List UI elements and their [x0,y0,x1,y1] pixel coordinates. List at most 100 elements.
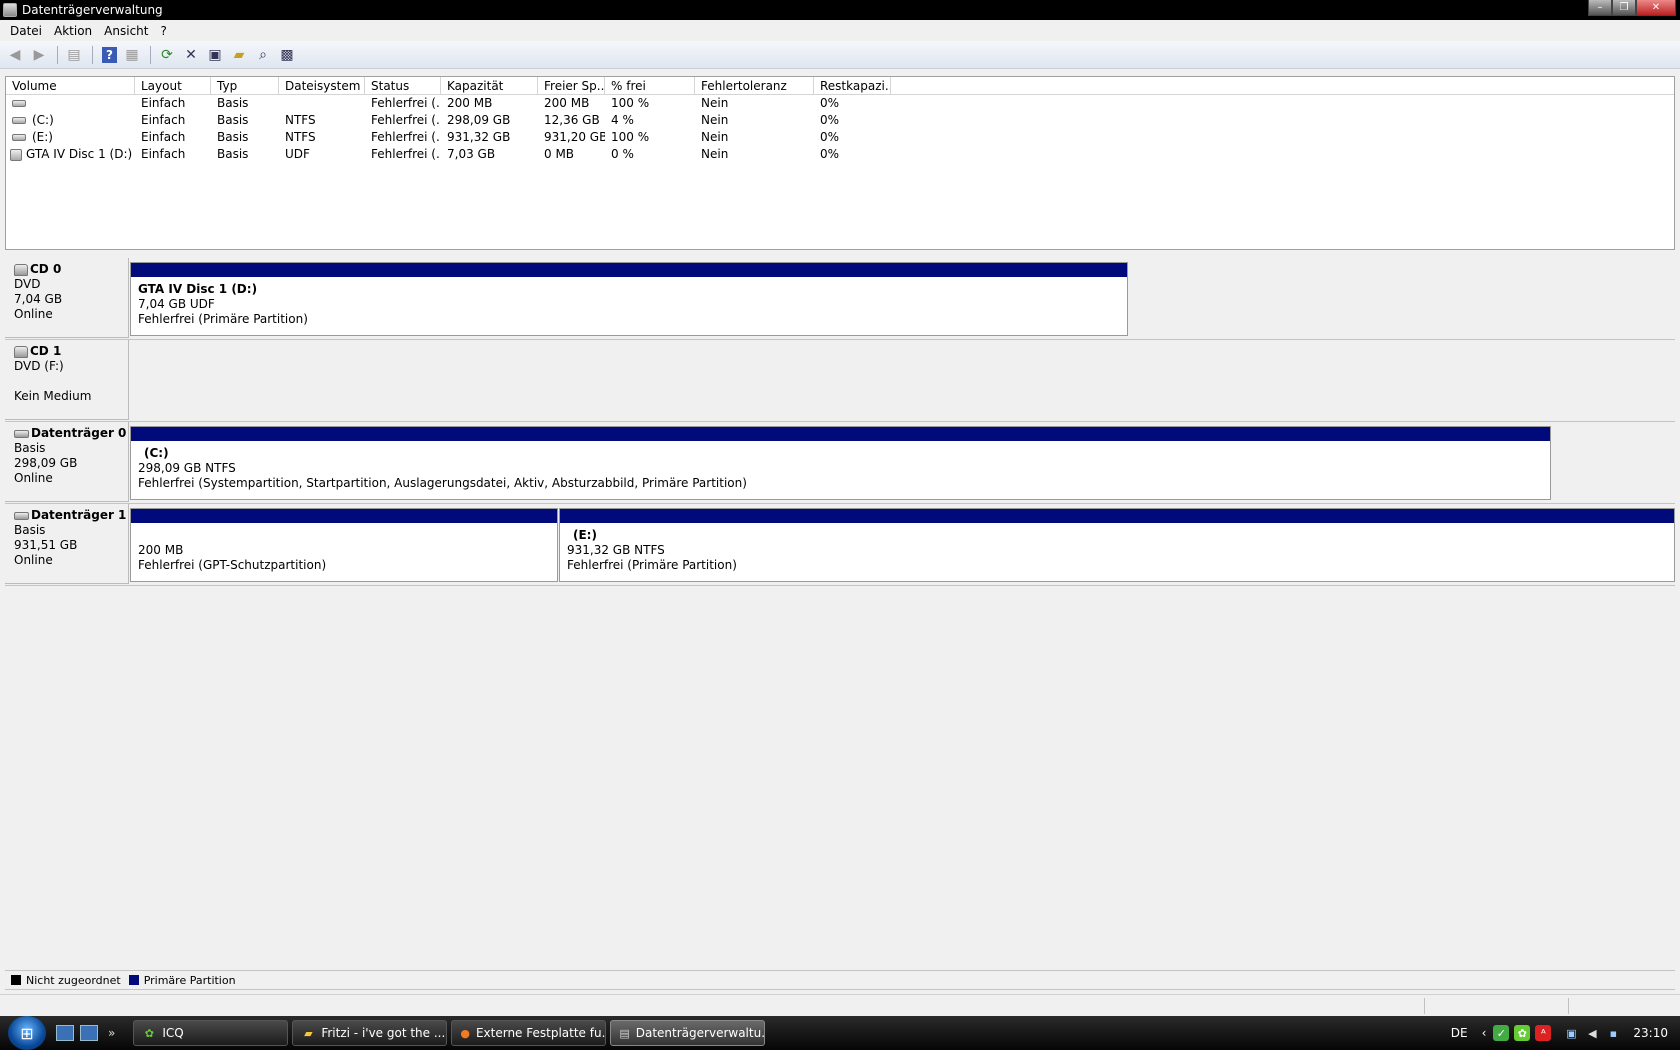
cell-restkapazitaet: 0% [820,147,840,161]
table-row[interactable]: GTA IV Disc 1 (D:) Einfach Basis UDF Feh… [6,146,1674,163]
task-disk-management[interactable]: ▤ Datenträgerverwaltu... [610,1020,766,1046]
cell-prozent-frei: 100 % [611,130,650,144]
antivirus-icon[interactable]: ᴬ [1535,1025,1552,1041]
settings-icon[interactable]: ▩ [276,44,298,66]
cell-status: Fehlerfrei (... [371,113,441,127]
task-fritzi[interactable]: ▰ Fritzi - i've got the ... [292,1020,448,1046]
cell-kapazitaet: 298,09 GB [447,113,511,127]
show-action-pane-icon[interactable]: ▦ [121,44,143,66]
column-header-volume[interactable]: Volume [6,77,135,94]
switch-windows-icon[interactable] [80,1025,98,1041]
delete-icon[interactable]: ✕ [180,44,202,66]
disk-label-disk1[interactable]: Datenträger 1 Basis 931,51 GB Online [5,504,129,584]
legend-primary: Primäre Partition [128,974,236,987]
quicklaunch-more-icon[interactable]: » [108,1026,115,1040]
task-label: Datenträgerverwaltu... [635,1026,766,1040]
table-row[interactable]: (E:) Einfach Basis NTFS Fehlerfrei (... … [6,129,1674,146]
disk-row-disk0: Datenträger 0 Basis 298,09 GB Online (C:… [5,422,1675,502]
column-header-prozent-frei[interactable]: % frei [605,77,695,94]
column-header-status[interactable]: Status [365,77,441,94]
hard-disk-icon [14,511,29,520]
toolbar: ◀ ▶ ▤ ? ▦ ⟳ ✕ ▣ ▰ ⌕ ▩ [0,41,1680,69]
disk-row-cd0: CD 0 DVD 7,04 GB Online GTA IV Disc 1 (D… [5,258,1675,338]
partition-name: (E:) [573,528,597,542]
column-header-restkapazitaet[interactable]: Restkapazi... [814,77,891,94]
close-button[interactable]: ✕ [1636,0,1676,16]
cell-freier-speicher: 12,36 GB [544,113,600,127]
partition-status: Fehlerfrei (Primäre Partition) [138,312,308,326]
table-row[interactable]: (C:) Einfach Basis NTFS Fehlerfrei (... … [6,112,1674,129]
start-button[interactable]: ⊞ [8,1016,46,1050]
disk-management-app-icon[interactable] [3,3,17,17]
column-header-dateisystem[interactable]: Dateisystem [279,77,365,94]
column-header-typ[interactable]: Typ [211,77,279,94]
column-header-fehlertoleranz[interactable]: Fehlertoleranz [695,77,814,94]
disk-label-cd1[interactable]: CD 1 DVD (F:) Kein Medium [5,340,129,420]
column-header-kapazitaet[interactable]: Kapazität [441,77,538,94]
table-row[interactable]: Einfach Basis Fehlerfrei (... 200 MB 200… [6,95,1674,112]
disk-name: CD 0 [30,262,62,276]
disk-status: Online [14,307,53,321]
partition-d[interactable]: GTA IV Disc 1 (D:) 7,04 GB UDF Fehlerfre… [130,262,1128,336]
disk-row-disk1: Datenträger 1 Basis 931,51 GB Online 200… [5,504,1675,584]
menu-ansicht[interactable]: Ansicht [98,24,154,38]
menu-datei[interactable]: Datei [4,24,48,38]
security-shield-icon[interactable]: ✓ [1493,1025,1510,1041]
properties-icon[interactable]: ▣ [204,44,226,66]
partition-size: 931,32 GB NTFS [567,543,665,557]
partition-gpt-protective[interactable]: 200 MB Fehlerfrei (GPT-Schutzpartition) [130,508,558,582]
system-tray: DE ‹ ✓ ✿ ᴬ ▣ ◀ ▪ 23:10 [1451,1016,1680,1050]
disk-type: Basis [14,523,46,537]
menu-aktion[interactable]: Aktion [48,24,98,38]
back-icon[interactable]: ◀ [4,44,26,66]
minimize-button[interactable]: – [1588,0,1612,16]
cell-layout: Einfach [141,147,186,161]
cell-prozent-frei: 100 % [611,96,650,110]
disk-management-icon: ▤ [619,1026,630,1040]
column-header-layout[interactable]: Layout [135,77,211,94]
refresh-icon[interactable]: ⟳ [156,44,178,66]
clock[interactable]: 23:10 [1633,1026,1668,1040]
toolbar-separator [92,45,93,64]
disk-label-cd0[interactable]: CD 0 DVD 7,04 GB Online [5,258,129,338]
tray-expand-icon[interactable]: ‹ [1482,1026,1487,1040]
open-icon[interactable]: ▰ [228,44,250,66]
find-icon[interactable]: ⌕ [252,44,274,66]
disk-name: Datenträger 1 [31,508,127,522]
partition-c[interactable]: (C:) 298,09 GB NTFS Fehlerfrei (Systempa… [130,426,1551,500]
partition-name: GTA IV Disc 1 (D:) [138,282,258,296]
task-firefox[interactable]: ● Externe Festplatte fu... [451,1020,607,1046]
icq-tray-icon[interactable]: ✿ [1514,1025,1531,1041]
partition-status: Fehlerfrei (Primäre Partition) [567,558,737,572]
cd-drive-icon [14,345,28,358]
partition-status: Fehlerfrei (GPT-Schutzpartition) [138,558,327,572]
show-hide-console-tree-icon[interactable]: ▤ [63,44,85,66]
cd-drive-icon [14,263,28,276]
task-label: ICQ [162,1026,184,1040]
disk-type: Basis [14,441,46,455]
safely-remove-hardware-icon[interactable]: ▪ [1605,1025,1621,1041]
cell-dateisystem: NTFS [285,113,316,127]
forward-icon[interactable]: ▶ [28,44,50,66]
help-icon[interactable]: ? [102,46,117,63]
cell-dateisystem: UDF [285,147,310,161]
disk-label-disk0[interactable]: Datenträger 0 Basis 298,09 GB Online [5,422,129,502]
disk-icon [12,100,26,107]
cell-typ: Basis [217,113,249,127]
task-icq[interactable]: ✿ ICQ [133,1020,289,1046]
folder-icon: ▰ [304,1026,313,1040]
partition-size: 200 MB [138,543,184,557]
show-desktop-icon[interactable] [56,1025,74,1041]
column-header-freier-speicher[interactable]: Freier Sp... [538,77,605,94]
cd-drive-icon [10,148,22,161]
disk-name: CD 1 [30,344,62,358]
cell-freier-speicher: 0 MB [544,147,575,161]
language-indicator[interactable]: DE [1451,1026,1468,1040]
menu-help[interactable]: ? [154,24,172,38]
network-icon[interactable]: ▣ [1563,1025,1579,1041]
partition-e[interactable]: (E:) 931,32 GB NTFS Fehlerfrei (Primäre … [559,508,1675,582]
disk-icon [12,134,26,141]
cell-fehlertoleranz: Nein [701,96,729,110]
maximize-button[interactable]: ❐ [1612,0,1636,16]
volume-icon[interactable]: ◀ [1584,1025,1600,1041]
